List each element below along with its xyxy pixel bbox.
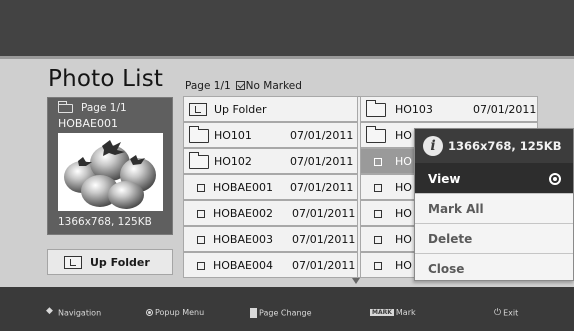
checkbox-icon[interactable] [197, 184, 205, 192]
checkbox-icon[interactable] [374, 210, 382, 218]
hint-label: Popup Menu [155, 308, 205, 317]
folder-icon [58, 101, 73, 113]
photo-item[interactable]: HOBAE001 07/01/2011 [183, 174, 358, 200]
file-name: HO102 [214, 155, 252, 168]
file-name: HOBAE001 [213, 181, 273, 194]
exit-icon: ⏻ [494, 308, 502, 318]
ok-button-icon [146, 309, 153, 316]
popup-header: i 1366x768, 125KB [415, 129, 573, 163]
hint-label: Mark [395, 308, 416, 317]
checkbox-icon[interactable] [374, 158, 382, 166]
checkbox-icon[interactable] [374, 236, 382, 244]
up-folder-icon [189, 103, 207, 116]
top-band [0, 0, 574, 56]
file-name: HO103 [395, 103, 433, 116]
photo-item[interactable]: HOBAE003 07/01/2011 [183, 226, 358, 252]
up-folder-label: Up Folder [90, 256, 150, 269]
folder-icon [189, 152, 209, 169]
file-name: HO [395, 259, 412, 272]
menu-item-label: View [428, 172, 461, 186]
file-name: HO [395, 181, 412, 194]
file-date: 07/01/2011 [290, 155, 354, 168]
hint-popup-menu: Popup Menu [146, 308, 204, 317]
menu-item-mark-all[interactable]: Mark All [415, 193, 573, 223]
file-name: HO [395, 155, 412, 168]
preview-filename: HOBAE001 [58, 117, 118, 130]
menu-item-close[interactable]: Close [415, 253, 573, 281]
file-name: HO [395, 207, 412, 220]
file-name: HOBAE003 [213, 233, 273, 246]
page-indicator: Page 1/1 [185, 80, 231, 92]
hint-exit: ⏻ Exit [494, 308, 518, 318]
hint-label: Exit [503, 308, 519, 318]
popup-menu: i 1366x768, 125KB View Mark All Delete C… [414, 128, 574, 281]
file-date: 07/01/2011 [473, 103, 537, 116]
hint-page-change: Page Change [250, 308, 312, 318]
folder-icon [189, 126, 209, 143]
tomatoes-thumbnail [58, 133, 163, 211]
photo-item[interactable]: HOBAE004 07/01/2011 [183, 252, 358, 278]
hint-navigation: Navigation [46, 306, 102, 318]
checkbox-icon[interactable] [197, 236, 205, 244]
file-date: 07/01/2011 [290, 129, 354, 142]
popup-title: 1366x768, 125KB [448, 139, 562, 153]
file-name: HO [395, 233, 412, 246]
folder-item[interactable]: HO103 07/01/2011 [360, 96, 538, 122]
preview-info: 1366x768, 125KB [58, 216, 152, 228]
file-name: HO101 [214, 129, 252, 142]
checkbox-icon[interactable] [197, 210, 205, 218]
up-folder-icon [64, 256, 82, 269]
menu-item-view[interactable]: View [415, 163, 573, 193]
menu-item-label: Delete [428, 232, 473, 246]
marked-status: No Marked [245, 80, 302, 92]
file-date: 07/01/2011 [290, 181, 354, 194]
hint-label: Page Change [259, 308, 312, 318]
mark-key-icon: MARK [370, 309, 394, 316]
menu-item-delete[interactable]: Delete [415, 223, 573, 253]
preview-page: Page 1/1 [81, 102, 127, 114]
navigation-icon [46, 306, 56, 318]
file-name: HOBAE002 [213, 207, 273, 220]
folder-icon [366, 100, 386, 117]
up-folder-item[interactable]: Up Folder [183, 96, 358, 122]
preview-panel: Page 1/1 HOBAE001 1366x768, 125KB [47, 97, 173, 235]
menu-item-label: Close [428, 262, 465, 276]
scroll-down-arrow-icon[interactable] [352, 278, 360, 284]
page-title: Photo List [48, 66, 164, 92]
hint-mark: MARK Mark [370, 308, 416, 317]
info-icon: i [423, 136, 443, 156]
checkbox-icon[interactable] [374, 184, 382, 192]
folder-item[interactable]: HO102 07/01/2011 [183, 148, 358, 174]
radio-selected-icon [549, 173, 561, 185]
hint-label: Navigation [58, 308, 102, 318]
file-date: 07/01/2011 [292, 233, 356, 246]
checkbox-icon [235, 81, 245, 90]
photo-item[interactable]: HOBAE002 07/01/2011 [183, 200, 358, 226]
file-name: Up Folder [214, 103, 267, 116]
folder-icon [366, 126, 386, 143]
page-info: Page 1/1 No Marked [185, 80, 302, 92]
checkbox-icon[interactable] [374, 262, 382, 270]
up-folder-button[interactable]: Up Folder [47, 249, 173, 275]
file-name: HOBAE004 [213, 259, 273, 272]
file-date: 07/01/2011 [292, 207, 356, 220]
page-up-down-icon [250, 308, 257, 318]
folder-item[interactable]: HO101 07/01/2011 [183, 122, 358, 148]
checkbox-icon[interactable] [197, 262, 205, 270]
file-name: HO [395, 129, 412, 142]
menu-item-label: Mark All [428, 202, 484, 216]
file-date: 07/01/2011 [292, 259, 356, 272]
